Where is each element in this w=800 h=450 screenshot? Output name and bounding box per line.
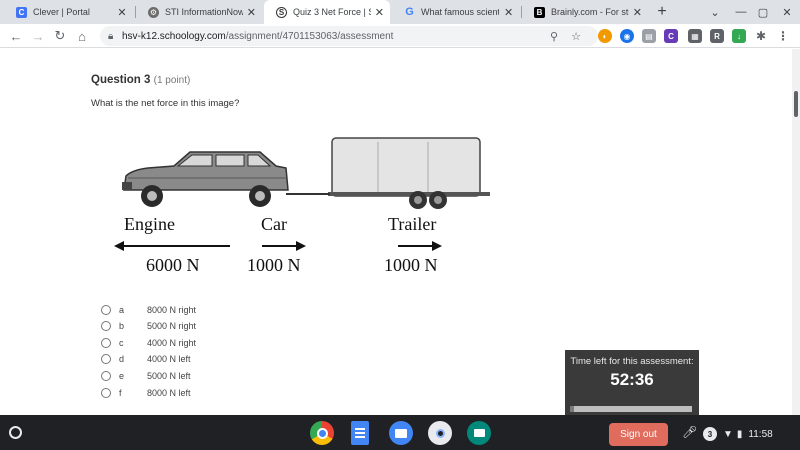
extension-icon[interactable]: ▤ <box>642 29 656 43</box>
tab-clever[interactable]: C Clever | Portal ✕ <box>4 0 134 24</box>
engine-force-value: 6000 N <box>146 255 200 275</box>
minimize-icon[interactable]: — <box>730 0 752 24</box>
camera-icon[interactable] <box>428 421 452 445</box>
microphone-icon[interactable]: 🎤︎ <box>682 425 697 439</box>
tab-google[interactable]: G What famous scientist ✕ <box>392 0 520 24</box>
answer-option-c[interactable]: c 4000 N right <box>101 335 231 351</box>
answer-option-a[interactable]: a 8000 N right <box>101 302 231 318</box>
engine-label: Engine <box>124 214 175 234</box>
notification-count-badge: 3 <box>703 427 717 441</box>
question-prompt: What is the net force in this image? <box>91 98 240 109</box>
battery-icon: ▮ <box>736 428 743 440</box>
forward-icon[interactable]: → <box>28 24 48 48</box>
home-icon[interactable]: ⌂ <box>72 24 92 48</box>
tab-brainly[interactable]: B Brainly.com - For students ✕ <box>522 0 648 24</box>
brainly-icon: B <box>534 6 545 18</box>
sti-icon: ⚙ <box>148 6 159 18</box>
assessment-timer: Time left for this assessment: 52:36 <box>565 350 699 415</box>
meet-icon[interactable] <box>467 421 491 445</box>
close-icon[interactable]: ✕ <box>116 6 128 19</box>
close-icon[interactable]: ✕ <box>633 6 642 19</box>
car-label: Car <box>261 214 287 234</box>
location-icon[interactable]: ⚲ <box>546 26 562 46</box>
browser-toolbar: ← → ↻ ⌂ 🔒︎ hsv-k12.schoology.com/assignm… <box>0 24 800 48</box>
screen: C Clever | Portal ✕ ⚙ STI InformationNow… <box>0 0 800 450</box>
answer-option-e[interactable]: e 5000 N left <box>101 368 231 384</box>
answer-option-d[interactable]: d 4000 N left <box>101 351 231 367</box>
bookmark-star-icon[interactable]: ☆ <box>568 26 584 46</box>
answer-option-f[interactable]: f 8000 N left <box>101 385 231 401</box>
trailer-force-value: 1000 N <box>384 255 438 275</box>
car-force-value: 1000 N <box>247 255 301 275</box>
tab-search-icon[interactable]: ⌄ <box>704 0 726 24</box>
lock-icon: 🔒︎ <box>108 30 114 42</box>
radio-button[interactable] <box>101 321 111 331</box>
tab-schoology[interactable]: S Quiz 3 Net Force | Schoology ✕ <box>264 0 390 24</box>
extension-icon[interactable]: R <box>710 29 724 43</box>
clever-icon: C <box>16 6 27 18</box>
radio-button[interactable] <box>101 338 111 348</box>
sign-out-button[interactable]: Sign out <box>609 423 668 446</box>
radio-button[interactable] <box>101 354 111 364</box>
timer-progress-bar <box>570 406 692 412</box>
schoology-icon: S <box>276 6 287 18</box>
radio-button[interactable] <box>101 305 111 315</box>
close-icon[interactable]: ✕ <box>503 6 514 19</box>
answer-option-b[interactable]: b 5000 N right <box>101 318 231 334</box>
wifi-icon: ▼ <box>723 428 733 440</box>
question-title: Question 3 (1 point) <box>91 74 191 86</box>
reload-icon[interactable]: ↻ <box>50 24 70 48</box>
google-icon: G <box>405 6 414 18</box>
extension-icon[interactable]: ◉ <box>620 29 634 43</box>
chrome-icon[interactable] <box>310 421 334 445</box>
menu-dots-icon[interactable]: ⋮ <box>776 29 790 43</box>
close-icon[interactable]: ✕ <box>247 6 256 19</box>
status-tray[interactable]: 3 ▼ ▮ 11:58 <box>703 424 795 444</box>
extension-icon[interactable]: ↓ <box>732 29 746 43</box>
extension-icon[interactable]: ◐ <box>598 29 612 43</box>
new-tab-button[interactable]: + <box>653 0 671 24</box>
back-icon[interactable]: ← <box>6 24 26 48</box>
page-scrollbar[interactable] <box>792 49 800 415</box>
tab-sti[interactable]: ⚙ STI InformationNow Home ✕ <box>136 0 262 24</box>
tab-strip: C Clever | Portal ✕ ⚙ STI InformationNow… <box>0 0 800 24</box>
files-icon[interactable] <box>389 421 413 445</box>
timer-label: Time left for this assessment: <box>570 356 694 367</box>
trailer-label: Trailer <box>388 214 437 234</box>
force-diagram: Engine Car Trailer 6000 N 1000 N 1000 N <box>108 132 498 282</box>
timer-value: 52:36 <box>610 370 654 389</box>
docs-icon[interactable] <box>351 421 369 445</box>
puzzle-icon[interactable]: ✱ <box>754 29 768 43</box>
radio-button[interactable] <box>101 388 111 398</box>
maximize-icon[interactable]: ▢ <box>752 0 774 24</box>
extension-icon[interactable]: ▦ <box>688 29 702 43</box>
radio-button[interactable] <box>101 371 111 381</box>
launcher-icon[interactable] <box>9 426 22 439</box>
close-icon[interactable]: ✕ <box>375 6 384 19</box>
address-bar[interactable]: 🔒︎ hsv-k12.schoology.com/assignment/4701… <box>100 26 598 46</box>
extension-icon[interactable]: C <box>664 29 678 43</box>
close-window-icon[interactable]: ✕ <box>776 0 798 24</box>
clock: 11:58 <box>748 428 773 440</box>
